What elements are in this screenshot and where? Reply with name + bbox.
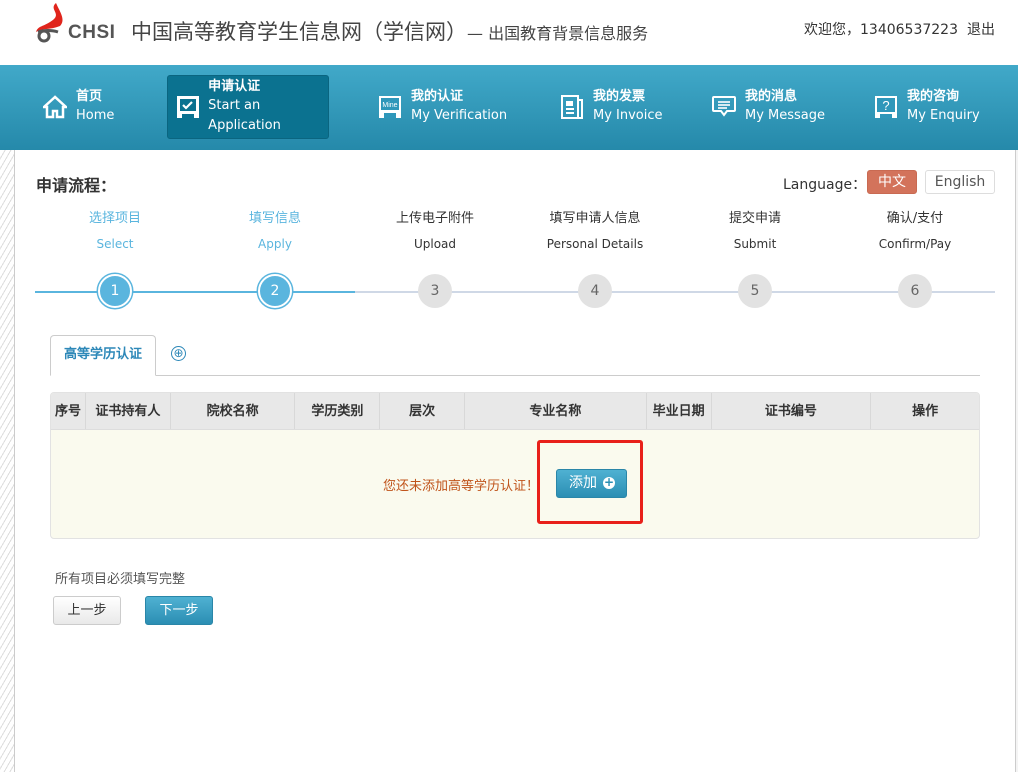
message-icon: [711, 94, 737, 120]
education-table: 序号 证书持有人 院校名称 学历类别 层次 专业名称 毕业日期 证书编号 操作 …: [50, 392, 980, 539]
required-note: 所有项目必须填写完整: [55, 572, 186, 587]
step-label-en: Confirm/Pay: [878, 237, 952, 251]
logout-link[interactable]: 退出: [967, 19, 995, 39]
nav-my-verification-en: My Verification: [411, 108, 508, 123]
nav-my-invoice-cn: 我的发票: [593, 89, 646, 104]
column-header: 证书持有人: [86, 393, 171, 429]
nav-my-verification[interactable]: Mine 我的认证 My Verification: [377, 75, 507, 139]
nav-my-verification-cn: 我的认证: [411, 89, 464, 104]
column-header: 毕业日期: [647, 393, 712, 429]
column-header: 证书编号: [712, 393, 872, 429]
chsi-logo[interactable]: CHSI: [34, 2, 124, 44]
nav-start-application-cn: 申请认证: [208, 79, 261, 94]
step-upload: 上传电子附件 Upload 3: [355, 210, 515, 308]
nav-home-en: Home: [76, 108, 115, 123]
step-personal-details: 填写申请人信息 Personal Details 4: [515, 210, 675, 308]
step-label-cn: 提交申请: [728, 211, 781, 226]
nav-my-enquiry-cn: 我的咨询: [907, 89, 960, 104]
nav-start-application[interactable]: 申请认证 Start an Application: [167, 75, 329, 139]
question-icon: ?: [873, 94, 899, 120]
nav-my-enquiry-en: My Enquiry: [907, 108, 980, 123]
step-number: 1: [98, 274, 132, 308]
svg-text:?: ?: [882, 98, 889, 113]
logo-text: CHSI: [68, 22, 116, 43]
steps-progress-line: [35, 291, 355, 293]
step-label-en: Submit: [733, 237, 777, 251]
previous-step-button[interactable]: 上一步: [53, 596, 121, 625]
step-label-cn: 选择项目: [88, 211, 141, 226]
table-header: 序号 证书持有人 院校名称 学历类别 层次 专业名称 毕业日期 证书编号 操作: [51, 393, 979, 430]
step-label-cn: 填写信息: [248, 211, 301, 226]
home-icon: [42, 94, 68, 120]
empty-table-message: 您还未添加高等学历认证！: [383, 479, 540, 494]
nav-my-message-en: My Message: [745, 108, 826, 123]
welcome-user: 欢迎您，13406537223: [804, 22, 958, 38]
header: CHSI 中国高等教育学生信息网（学信网）— 出国教育背景信息服务 欢迎您，13…: [0, 0, 1018, 65]
step-number: 5: [738, 274, 772, 308]
step-label-en: Upload: [413, 237, 457, 251]
step-confirm-pay: 确认/支付 Confirm/Pay 6: [835, 210, 995, 308]
nav-my-invoice-en: My Invoice: [593, 108, 663, 123]
column-header: 院校名称: [171, 393, 296, 429]
site-title-main: 中国高等教育学生信息网（学信网）: [131, 20, 467, 44]
flame-logo-icon: [36, 3, 63, 43]
process-title: 申请流程：: [36, 176, 117, 195]
progress-steps: 选择项目 Select 1 填写信息 Apply 2 上传电子附件 Upload…: [35, 210, 995, 310]
step-submit: 提交申请 Submit 5: [675, 210, 835, 308]
step-number: 2: [258, 274, 292, 308]
step-label-cn: 填写申请人信息: [549, 211, 641, 226]
nav-home-cn: 首页: [76, 89, 103, 104]
step-label-en: Apply: [258, 237, 292, 251]
site-title: 中国高等教育学生信息网（学信网）— 出国教育背景信息服务: [131, 16, 648, 46]
step-number: 4: [578, 274, 612, 308]
step-select: 选择项目 Select 1: [35, 210, 195, 308]
language-label: Language：: [783, 177, 867, 193]
step-label-cn: 上传电子附件: [395, 211, 474, 226]
step-number: 6: [898, 274, 932, 308]
site-subtitle: — 出国教育背景信息服务: [467, 24, 649, 43]
nav-my-message-cn: 我的消息: [745, 89, 798, 104]
certification-tabs: 高等学历认证 ⊕: [50, 335, 980, 376]
mine-icon: Mine: [377, 94, 403, 120]
tab-higher-education[interactable]: 高等学历认证: [50, 335, 156, 376]
step-label-en: Personal Details: [546, 237, 644, 251]
next-step-button[interactable]: 下一步: [145, 596, 213, 625]
nav-start-application-en: Start an Application: [208, 98, 281, 133]
column-header: 操作: [912, 404, 939, 419]
step-label-cn: 确认/支付: [886, 211, 944, 226]
nav-my-message[interactable]: 我的消息 My Message: [711, 75, 825, 139]
column-header: 层次: [380, 393, 466, 429]
language-chinese-button[interactable]: 中文: [867, 170, 917, 194]
nav-home[interactable]: 首页 Home: [42, 75, 114, 139]
column-header: 学历类别: [295, 393, 381, 429]
add-education-button[interactable]: 添加 +: [556, 469, 627, 498]
svg-text:Mine: Mine: [382, 102, 397, 109]
add-tab-icon[interactable]: ⊕: [171, 346, 186, 361]
plus-circle-icon: +: [603, 475, 615, 489]
nav-my-invoice[interactable]: 我的发票 My Invoice: [559, 75, 663, 139]
column-header: 专业名称: [465, 393, 647, 429]
language-english-button[interactable]: English: [925, 170, 995, 194]
nav-my-enquiry[interactable]: ? 我的咨询 My Enquiry: [873, 75, 980, 139]
invoice-icon: [559, 94, 585, 120]
add-button-label: 添加: [569, 475, 597, 491]
step-label-en: Select: [96, 237, 134, 251]
main-nav: 首页 Home 申请认证 Start an Application Mine 我的认…: [0, 65, 1018, 150]
column-header: 序号: [51, 393, 86, 429]
checkbox-icon: [176, 94, 200, 120]
step-number: 3: [418, 274, 452, 308]
left-margin: [0, 150, 15, 772]
step-apply: 填写信息 Apply 2: [195, 210, 355, 308]
